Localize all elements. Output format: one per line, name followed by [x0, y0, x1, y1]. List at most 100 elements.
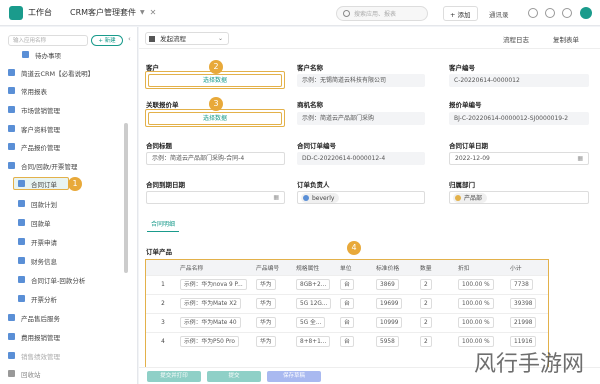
- app-tab-title[interactable]: CRM客户管理套件: [70, 7, 136, 18]
- product-name-cell[interactable]: 示例：华为Mate 40: [176, 312, 252, 332]
- product-unit: 台: [340, 317, 354, 328]
- sidebar-item-label: 开票申请: [31, 238, 57, 247]
- product-discount-cell[interactable]: 100.00 %: [454, 312, 506, 332]
- product-unit-cell[interactable]: 台: [336, 293, 372, 313]
- sidebar-item-payment[interactable]: 回款单: [18, 216, 122, 229]
- product-qty-cell[interactable]: 2: [416, 331, 454, 351]
- product-spec-cell[interactable]: 8+8+1...: [292, 331, 336, 351]
- finance-icon: [18, 257, 25, 264]
- product-subtotal-cell[interactable]: 7738: [506, 274, 548, 294]
- customer-no-label: 客户编号: [449, 64, 475, 72]
- add-button[interactable]: + 添加: [443, 6, 478, 21]
- copy-form-button[interactable]: 复制表单: [553, 34, 579, 44]
- sidebar-item-customers[interactable]: 客户资料管理: [8, 122, 122, 135]
- todo-icon: [22, 51, 29, 58]
- sidebar-item-finance[interactable]: 财务信息: [18, 254, 122, 267]
- avatar[interactable]: [580, 7, 592, 19]
- sidebar-item-todo[interactable]: 待办事项: [22, 48, 122, 61]
- product-price-cell[interactable]: 10999: [372, 312, 416, 332]
- table-row[interactable]: 3 示例：华为Mate 40 华为 5G 全... 台 10999 2 100.…: [146, 312, 548, 332]
- sidebar-item-reports[interactable]: 常用报表: [8, 84, 122, 97]
- new-app-button[interactable]: + 新建: [91, 35, 123, 46]
- quote-select-button[interactable]: 选择数据: [148, 112, 282, 125]
- expire-date-input[interactable]: ▦: [146, 191, 285, 204]
- product-price-cell[interactable]: 19699: [372, 293, 416, 313]
- sidebar-scrollbar[interactable]: [124, 123, 128, 273]
- sidebar-item-after-sales[interactable]: 产品售后服务: [8, 311, 122, 324]
- col-header-unit: 单位: [336, 260, 372, 275]
- sidebar-item-quotes[interactable]: 产品报价管理: [8, 140, 122, 153]
- search-placeholder: 搜索应用、报表: [354, 11, 397, 18]
- product-qty-cell[interactable]: 2: [416, 293, 454, 313]
- sidebar-search-input[interactable]: 输入应用名称: [8, 35, 88, 46]
- product-qty-cell[interactable]: 2: [416, 274, 454, 294]
- sidebar-item-performance[interactable]: 销售绩效管理: [8, 349, 122, 362]
- flow-select[interactable]: 发起流程 ⌄: [145, 32, 229, 45]
- sidebar-item-expenses[interactable]: 费用报销管理: [8, 330, 122, 343]
- help-icon[interactable]: [545, 8, 555, 18]
- table-row[interactable]: 1 示例：华为nova 9 P... 华为 8GB+2... 台 3869 2 …: [146, 274, 548, 294]
- product-code: 华为: [256, 336, 276, 348]
- product-unit-cell[interactable]: 台: [336, 312, 372, 332]
- product-name-cell[interactable]: 示例：华为Mate X2: [176, 293, 252, 313]
- bell-icon[interactable]: [528, 8, 538, 18]
- sign-date-input[interactable]: 2022-12-09 ▦: [449, 152, 589, 165]
- sidebar-item-contract-orders[interactable]: 合同订单: [13, 177, 69, 190]
- step-badge-4: 4: [347, 241, 361, 255]
- product-name-cell[interactable]: 示例：华为nova 9 P...: [176, 274, 252, 294]
- chevron-down-icon[interactable]: ▼: [140, 9, 145, 16]
- product-name: 示例：华为P50 Pro: [180, 336, 239, 348]
- product-discount-cell[interactable]: 100.00 %: [454, 274, 506, 294]
- settings-icon[interactable]: [562, 8, 572, 18]
- product-price-cell[interactable]: 3869: [372, 274, 416, 294]
- product-code-cell[interactable]: 华为: [252, 274, 292, 294]
- form-icon: [18, 219, 25, 226]
- product-unit-cell[interactable]: 台: [336, 274, 372, 294]
- tab-contract-details[interactable]: 合同明细: [147, 219, 180, 232]
- sidebar-item-contracts-group[interactable]: 合同/回款/开票管理: [8, 159, 122, 172]
- department-field[interactable]: 产品部: [449, 191, 589, 204]
- owner-field[interactable]: beverly: [297, 191, 425, 204]
- sidebar-item-marketing[interactable]: 市场营销管理: [8, 103, 122, 116]
- customer-select-button[interactable]: 选择数据: [148, 74, 282, 87]
- form-icon: [18, 238, 25, 245]
- sidebar-item-payment-analysis[interactable]: 合同订单-回款分析: [18, 273, 122, 286]
- contacts-link[interactable]: 通讯录: [489, 9, 509, 19]
- close-icon[interactable]: ✕: [150, 8, 157, 17]
- table-row[interactable]: 2 示例：华为Mate X2 华为 5G 12G... 台 19699 2 10…: [146, 293, 548, 313]
- product-discount-cell[interactable]: 100.00 %: [454, 293, 506, 313]
- product-qty: 2: [420, 298, 432, 309]
- chart-icon: [18, 295, 25, 302]
- product-spec-cell[interactable]: 5G 全...: [292, 312, 336, 332]
- contract-title-input[interactable]: 示例：简道云产品部门采购-合同-4: [146, 152, 285, 165]
- product-spec-cell[interactable]: 8GB+2...: [292, 274, 336, 294]
- product-price-cell[interactable]: 5958: [372, 331, 416, 351]
- product-code-cell[interactable]: 华为: [252, 293, 292, 313]
- sidebar-item-invoice[interactable]: 开票申请: [18, 235, 122, 248]
- submit-button[interactable]: 提交: [207, 371, 261, 382]
- sidebar-item-guide[interactable]: 简道云CRM【必看说明】: [8, 66, 122, 79]
- product-code-cell[interactable]: 华为: [252, 312, 292, 332]
- sidebar-item-payment-plan[interactable]: 回款计划: [18, 197, 122, 210]
- owner-pill: beverly: [301, 193, 340, 203]
- search-input[interactable]: 搜索应用、报表: [336, 6, 428, 21]
- product-name-cell[interactable]: 示例：华为P50 Pro: [176, 331, 252, 351]
- product-qty-cell[interactable]: 2: [416, 312, 454, 332]
- product-subtotal-cell[interactable]: 21998: [506, 312, 548, 332]
- app-title[interactable]: 工作台: [28, 7, 52, 18]
- step-badge-3: 3: [209, 97, 223, 111]
- submit-print-button[interactable]: 提交并打印: [147, 371, 201, 382]
- product-code-cell[interactable]: 华为: [252, 331, 292, 351]
- save-draft-button[interactable]: 保存草稿: [267, 371, 321, 382]
- col-header-index: [146, 260, 176, 275]
- sidebar-item-invoice-analysis[interactable]: 开票分析: [18, 292, 122, 305]
- customer-name-label: 客户名称: [297, 64, 323, 72]
- product-spec: 8GB+2...: [296, 279, 331, 290]
- product-unit-cell[interactable]: 台: [336, 331, 372, 351]
- product-subtotal-cell[interactable]: 39398: [506, 293, 548, 313]
- flow-log-button[interactable]: 流程日志: [503, 34, 529, 44]
- product-spec-cell[interactable]: 5G 12G...: [292, 293, 336, 313]
- collapse-icon[interactable]: ‹: [128, 35, 131, 43]
- sidebar-item-label: 产品报价管理: [21, 143, 60, 152]
- sidebar-item-recycle-bin[interactable]: 回收站: [8, 367, 122, 380]
